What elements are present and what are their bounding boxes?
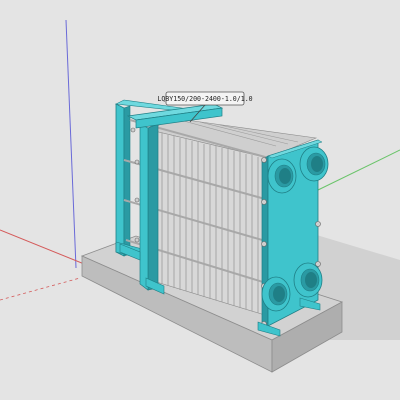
nozzle-bottom-right — [293, 262, 323, 298]
bolt-icon — [134, 159, 140, 165]
bolt-icon — [134, 237, 140, 243]
bolt-icon — [261, 241, 267, 247]
nozzle-top-right — [299, 146, 329, 182]
model-label: LQBY150/200-2400-1.0/1.0 — [157, 95, 252, 103]
bolt-icon — [134, 197, 140, 203]
nozzle-bottom-left — [261, 276, 291, 312]
bolt-icon — [130, 127, 136, 133]
bolt-icon — [315, 221, 321, 227]
bolt-icon — [261, 199, 267, 205]
3d-viewport[interactable]: LQBY150/200-2400-1.0/1.0 — [0, 0, 400, 400]
nozzle-top-left — [267, 158, 297, 194]
front-column — [139, 123, 159, 291]
bolt-icon — [261, 157, 267, 163]
